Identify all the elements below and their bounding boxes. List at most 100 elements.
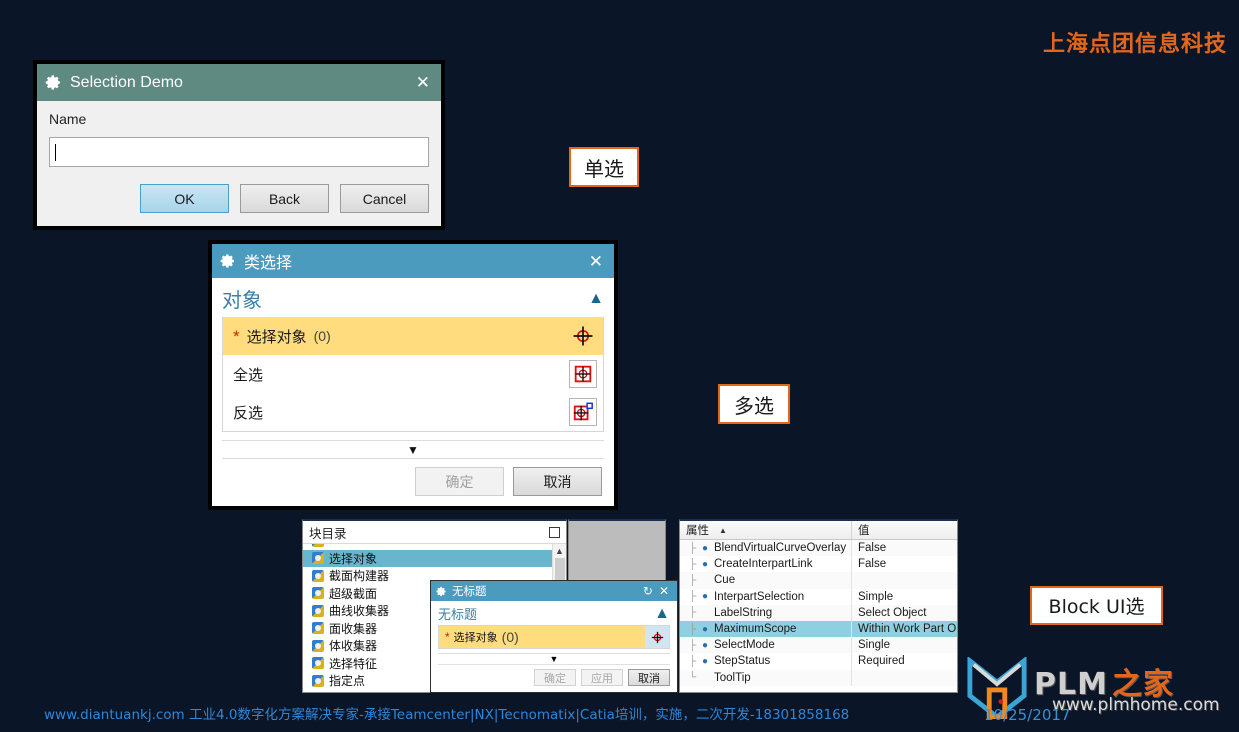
- tree-branch-icon: ├: [688, 655, 697, 667]
- block-icon: [312, 674, 324, 687]
- row-invert-selection-label-wrap: 反选: [223, 393, 563, 431]
- row-invert-selection[interactable]: 反选: [223, 393, 603, 431]
- table-row[interactable]: ├ ● Cue: [680, 572, 957, 589]
- table-row[interactable]: ├ ● BlendVirtualCurveOverlay False: [680, 540, 957, 557]
- untitled-title-text: 无标题: [452, 586, 487, 598]
- tree-branch-icon: ├: [688, 558, 697, 570]
- row-select-object[interactable]: * 选择对象 (0): [439, 626, 669, 648]
- invert-selection-icon[interactable]: [569, 398, 597, 426]
- properties-column-value-label: 值: [858, 525, 870, 537]
- chevron-up-icon[interactable]: ▲: [588, 290, 604, 308]
- untitled-group-header[interactable]: 无标题 ▲: [431, 601, 677, 625]
- class-selection-body: 对象 ▲ * 选择对象 (0) 全选 反选 ▼ 确定 取消: [212, 278, 614, 506]
- class-selection-footer: 确定 取消: [212, 459, 614, 506]
- maximize-icon[interactable]: [549, 526, 560, 538]
- list-item-label: 截面构建器: [329, 569, 390, 584]
- list-item[interactable]: 选择对象: [303, 549, 552, 567]
- close-icon[interactable]: ✕: [413, 74, 433, 91]
- property-name: CreateInterpartLink: [714, 558, 813, 571]
- row-select-object-label-wrap: * 选择对象 (0): [223, 317, 563, 355]
- selection-demo-dialog: Selection Demo ✕ Name OK Back Cancel: [33, 60, 445, 230]
- chevron-down-icon[interactable]: ▼: [407, 443, 419, 457]
- row-select-object[interactable]: * 选择对象 (0): [223, 317, 603, 355]
- property-marker-icon: ●: [702, 623, 709, 635]
- table-cell-value: Simple: [858, 590, 894, 603]
- table-row[interactable]: ├ ● StepStatus Required: [680, 653, 957, 670]
- table-cell-name: ├ ● InterpartSelection: [680, 588, 852, 605]
- property-name: MaximumScope: [714, 623, 797, 636]
- row-select-all[interactable]: 全选: [223, 355, 603, 393]
- block-icon: [312, 639, 324, 652]
- table-row[interactable]: ├ ● CreateInterpartLink False: [680, 556, 957, 573]
- table-row[interactable]: ├ ● LabelString Select Object: [680, 604, 957, 621]
- property-name: InterpartSelection: [714, 590, 805, 603]
- cancel-button-cn[interactable]: 取消: [513, 467, 602, 496]
- reset-icon[interactable]: ↻: [640, 585, 656, 597]
- tree-branch-icon: ├: [688, 607, 697, 619]
- close-icon[interactable]: ✕: [586, 253, 606, 270]
- object-group-label: 对象: [222, 290, 262, 312]
- untitled-footer: 确定 应用 取消: [431, 665, 677, 686]
- required-asterisk-icon: *: [445, 630, 450, 644]
- row-select-object-count: (0): [313, 328, 331, 344]
- table-cell-value: Single: [858, 639, 890, 652]
- property-name: SelectMode: [714, 639, 775, 652]
- chevron-up-icon[interactable]: ▲: [654, 605, 670, 623]
- list-item-label: 超级截面: [329, 586, 378, 601]
- table-cell-name: ├ ● BlendVirtualCurveOverlay: [680, 540, 852, 557]
- property-name: ToolTip: [714, 671, 751, 684]
- untitled-group-label: 无标题: [438, 607, 478, 622]
- sort-ascending-icon[interactable]: ▲: [719, 526, 727, 535]
- list-item-label: 选择特征: [329, 656, 378, 671]
- property-marker-icon: ●: [702, 591, 709, 603]
- callout-block-ui: Block UI选: [1030, 586, 1163, 625]
- date-stamp: 10/25/2017: [984, 706, 1071, 724]
- text-caret: [55, 143, 56, 161]
- expand-more-bar[interactable]: ▼: [222, 440, 604, 459]
- untitled-row-list: * 选择对象 (0): [438, 625, 670, 649]
- scroll-up-arrow[interactable]: ▲: [553, 546, 566, 556]
- cancel-button[interactable]: Cancel: [340, 184, 429, 213]
- table-cell-name: ├ ● Cue: [680, 572, 852, 589]
- block-icon: [312, 622, 324, 635]
- table-cell-value: Within Work Part Only: [858, 623, 957, 636]
- footer-watermark: www.diantuankj.com 工业4.0数字化方案解决专家-承接Team…: [44, 707, 850, 723]
- property-name: StepStatus: [714, 655, 771, 668]
- block-icon: [312, 604, 324, 617]
- select-object-icon[interactable]: [563, 317, 603, 355]
- invert-selection-icon-wrap[interactable]: [563, 393, 603, 431]
- confirm-button[interactable]: 确定: [415, 467, 504, 496]
- property-name: Cue: [714, 574, 736, 587]
- properties-column-name-label: 属性: [686, 525, 709, 537]
- select-object-icon[interactable]: [645, 626, 669, 648]
- name-input[interactable]: [49, 137, 429, 167]
- properties-header-value[interactable]: 值: [852, 521, 957, 539]
- property-marker-icon: ●: [702, 558, 709, 570]
- table-row[interactable]: └ ● ToolTip: [680, 669, 957, 686]
- row-select-object-label-wrap: * 选择对象 (0): [439, 626, 645, 648]
- table-row-selected[interactable]: ├ ● MaximumScope Within Work Part Only: [680, 620, 957, 638]
- ok-button[interactable]: OK: [140, 184, 229, 213]
- untitled-expand-bar[interactable]: ▼: [438, 653, 670, 665]
- confirm-button[interactable]: 确定: [534, 669, 576, 686]
- object-group-header[interactable]: 对象 ▲: [212, 278, 614, 317]
- block-icon: [312, 657, 324, 670]
- class-selection-dialog: 类选择 ✕ 对象 ▲ * 选择对象 (0) 全选 反选 ▼ 确定 取消: [208, 240, 618, 510]
- apply-button[interactable]: 应用: [581, 669, 623, 686]
- row-select-object-count: (0): [501, 629, 519, 645]
- close-icon[interactable]: ✕: [656, 585, 672, 597]
- brand-watermark-top: 上海点团信息科技: [1042, 32, 1227, 57]
- table-row[interactable]: ├ ● InterpartSelection Simple: [680, 588, 957, 605]
- table-cell-value: False: [858, 542, 887, 555]
- list-item-label: 曲线收集器: [329, 604, 390, 619]
- properties-header-name[interactable]: 属性 ▲: [680, 521, 852, 539]
- block-icon: [312, 552, 324, 565]
- row-select-all-label-wrap: 全选: [223, 355, 563, 393]
- chevron-down-icon[interactable]: ▼: [550, 654, 559, 664]
- select-all-icon-wrap[interactable]: [563, 355, 603, 393]
- select-all-icon[interactable]: [569, 360, 597, 388]
- back-button[interactable]: Back: [240, 184, 329, 213]
- table-cell-name: ├ ● LabelString: [680, 604, 852, 621]
- table-row[interactable]: ├ ● SelectMode Single: [680, 637, 957, 654]
- cancel-button-cn[interactable]: 取消: [628, 669, 670, 686]
